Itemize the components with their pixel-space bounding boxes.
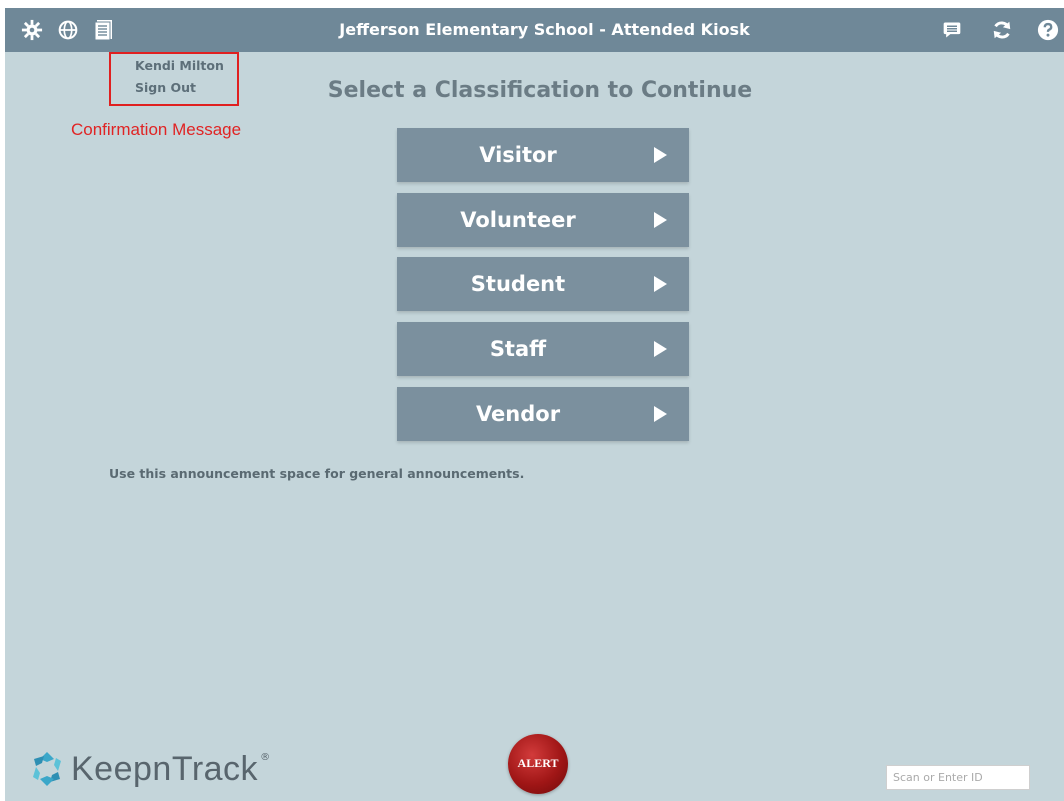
alert-button[interactable]: ALERT (508, 734, 568, 794)
alert-button-label: ALERT (517, 756, 559, 770)
student-button[interactable]: Student (397, 257, 689, 311)
play-arrow-icon (654, 406, 667, 422)
scan-id-input[interactable] (886, 765, 1030, 790)
announcement-text: Use this announcement space for general … (109, 466, 525, 481)
message-icon[interactable] (939, 16, 965, 44)
help-icon[interactable] (1035, 16, 1061, 44)
user-name: Kendi Milton (135, 58, 224, 73)
play-arrow-icon (654, 341, 667, 357)
page-title: Select a Classification to Continue (327, 78, 753, 103)
brand-name: KeepnTrack (71, 749, 259, 788)
refresh-icon[interactable] (989, 16, 1015, 44)
play-arrow-icon (654, 147, 667, 163)
play-arrow-icon (654, 276, 667, 292)
sign-out-link[interactable]: Sign Out (135, 80, 196, 95)
volunteer-button-label: Volunteer (460, 208, 576, 232)
keepntrack-logo: KeepnTrack ® (27, 744, 270, 794)
kiosk-window: Jefferson Elementary School - Attended K… (5, 8, 1064, 801)
vendor-button[interactable]: Vendor (397, 387, 689, 441)
visitor-button-label: Visitor (479, 143, 557, 167)
user-info-box: Kendi Milton Sign Out (109, 52, 239, 106)
page-header-title: Jefferson Elementary School - Attended K… (339, 20, 750, 39)
play-arrow-icon (654, 212, 667, 228)
staff-button-label: Staff (489, 337, 547, 361)
volunteer-button[interactable]: Volunteer (397, 193, 689, 247)
vendor-button-label: Vendor (475, 402, 561, 426)
staff-button[interactable]: Staff (397, 322, 689, 376)
student-button-label: Student (470, 272, 566, 296)
confirmation-message: Confirmation Message (71, 120, 242, 139)
top-bar: Jefferson Elementary School - Attended K… (5, 8, 1064, 52)
visitor-button[interactable]: Visitor (397, 128, 689, 182)
registered-mark: ® (260, 752, 271, 763)
keepntrack-logo-icon (33, 752, 61, 786)
